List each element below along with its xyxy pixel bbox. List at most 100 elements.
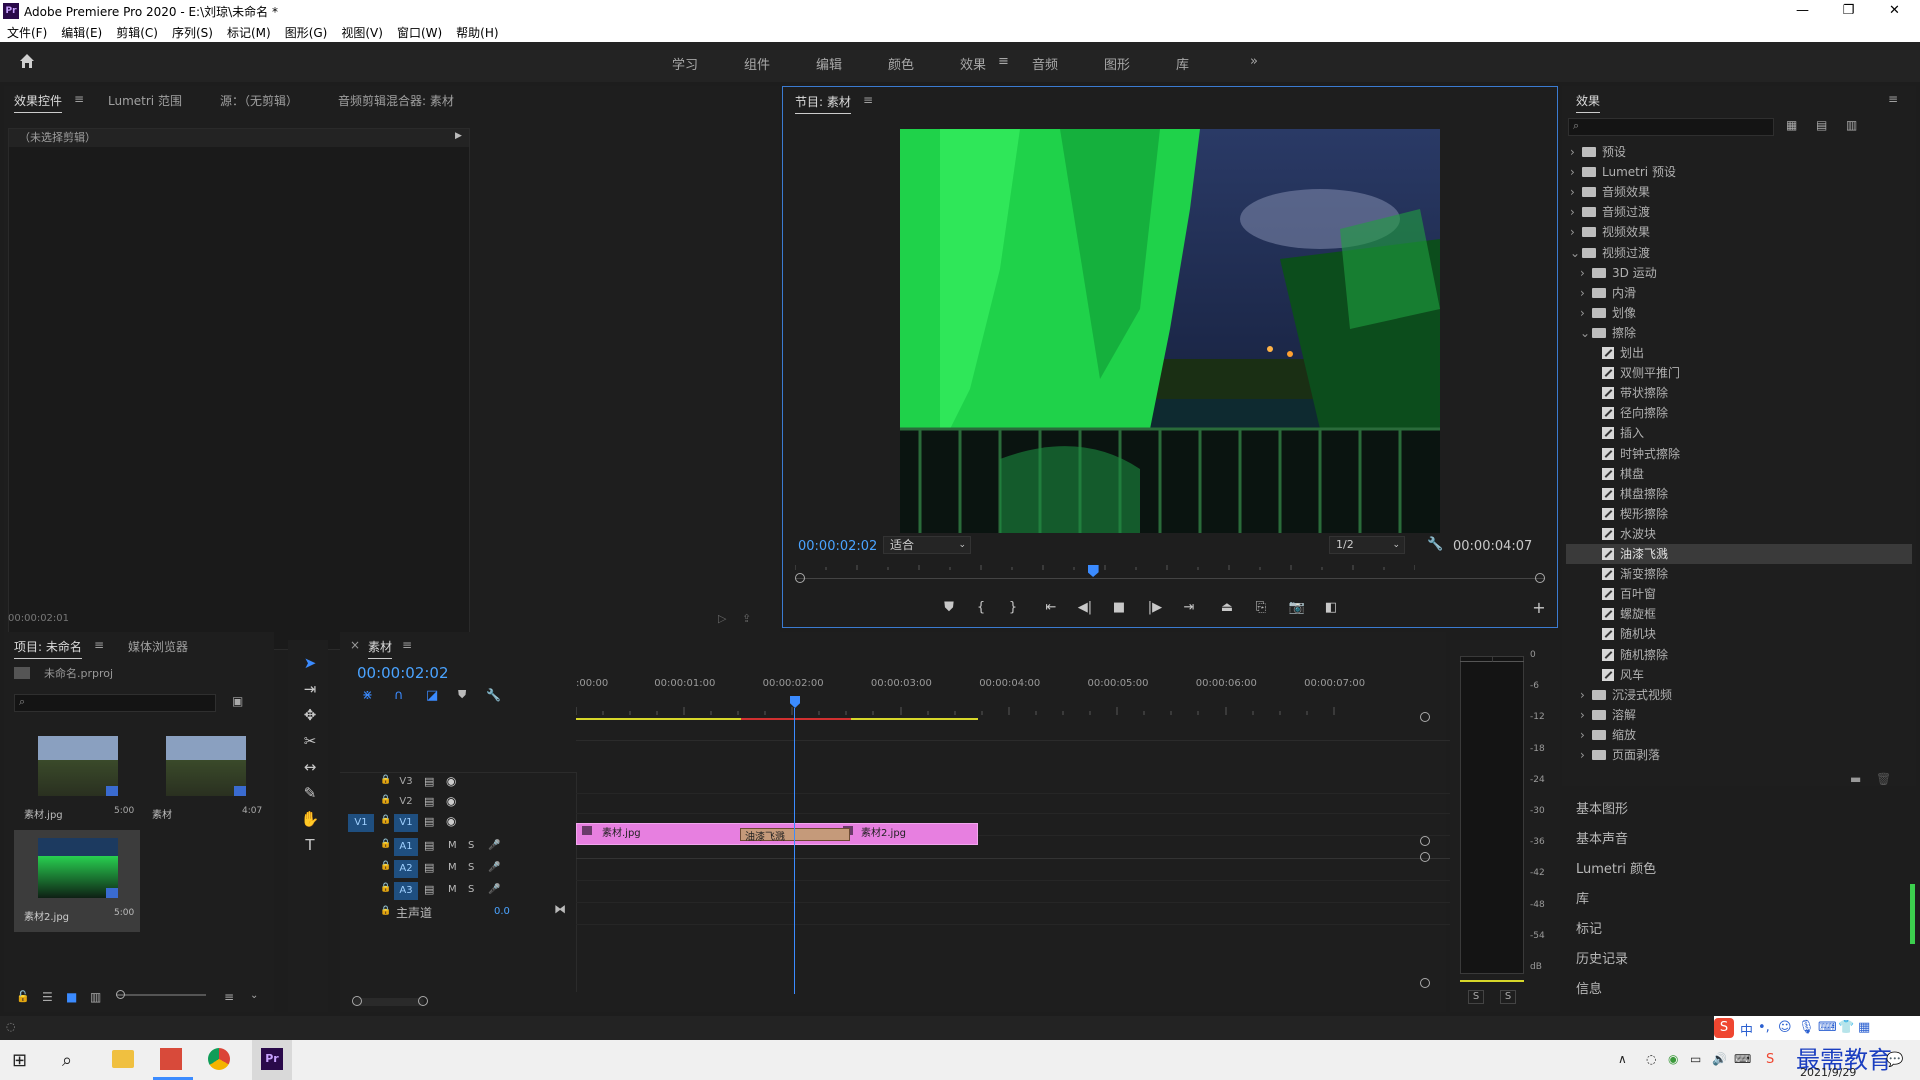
chevron-right-icon[interactable]: › <box>1570 142 1582 162</box>
master-volume-value[interactable]: 0.0 <box>494 906 510 917</box>
effects-folder[interactable]: › 3D 运动 <box>1566 263 1912 283</box>
tab-close-icon[interactable]: × <box>350 638 360 652</box>
add-marker-icon[interactable]: ⛊ <box>458 688 466 702</box>
new-search-bin-icon[interactable]: ▣ <box>232 694 243 708</box>
pen-tool-icon[interactable]: ✎ <box>298 782 322 804</box>
icon-view-icon[interactable]: ■ <box>66 990 77 1004</box>
chevron-down-icon[interactable]: ⌄ <box>250 990 258 1001</box>
app-icon[interactable] <box>160 1048 182 1070</box>
horizontal-zoom-bar[interactable] <box>354 998 424 1006</box>
tab-menu-icon[interactable]: ≡ <box>94 638 104 652</box>
effect-item[interactable]: 楔形擦除 <box>1566 504 1912 524</box>
stop-icon[interactable]: ■ <box>1107 600 1131 615</box>
tab-menu-icon[interactable]: ≡ <box>74 92 84 106</box>
track-target-toggle[interactable]: V2 <box>394 794 418 810</box>
panel-markers[interactable]: 标记 <box>1576 918 1602 937</box>
horizontal-zoom-handle-left[interactable] <box>352 996 362 1006</box>
sync-lock-icon[interactable]: ▤ <box>424 815 434 828</box>
effects-folder[interactable]: › 页面剥落 <box>1566 745 1912 765</box>
camera-icon[interactable]: 📷 <box>1285 600 1309 615</box>
vertical-zoom-handle[interactable] <box>1420 978 1430 988</box>
project-item-selected[interactable]: 素材2.jpg 5:00 <box>14 830 140 932</box>
track-target-toggle[interactable]: A3 <box>394 882 418 900</box>
menu-view[interactable]: 视图(V) <box>334 22 390 43</box>
tray-chevron-icon[interactable]: ∧ <box>1618 1052 1627 1066</box>
tab-menu-icon[interactable]: ≡ <box>402 638 412 652</box>
tab-menu-icon[interactable]: ≡ <box>863 93 873 107</box>
mute-button[interactable]: M <box>448 840 457 851</box>
chevron-right-icon[interactable]: › <box>1580 745 1592 765</box>
chevron-right-icon[interactable]: › <box>1580 705 1592 725</box>
effect-item[interactable]: 水波块 <box>1566 524 1912 544</box>
delete-icon[interactable]: 🗑 <box>1876 772 1891 786</box>
effect-item[interactable]: 螺旋框 <box>1566 604 1912 624</box>
effect-item[interactable]: 插入 <box>1566 423 1912 443</box>
effects-folder[interactable]: › Lumetri 预设 <box>1566 162 1912 182</box>
mark-out-icon[interactable]: } <box>1001 600 1025 615</box>
file-explorer-icon[interactable] <box>112 1050 134 1068</box>
track-target-toggle[interactable]: A2 <box>394 860 418 878</box>
voice-icon[interactable]: 🎙 <box>1798 1020 1815 1035</box>
microphone-icon[interactable]: 🎤 <box>488 862 500 873</box>
ime-mode[interactable]: 中 <box>1740 1020 1753 1039</box>
premiere-taskbar-item[interactable]: Pr <box>252 1040 292 1080</box>
skin-icon[interactable]: 👕 <box>1838 1020 1854 1035</box>
menu-sequence[interactable]: 序列(S) <box>165 22 220 43</box>
chrome-icon[interactable] <box>208 1048 230 1070</box>
tab-source[interactable]: 源：（无剪辑） <box>220 92 298 109</box>
lock-track-icon[interactable]: 🔒 <box>380 861 391 871</box>
step-forward-icon[interactable]: |▶ <box>1143 600 1167 615</box>
panel-lumetri-color[interactable]: Lumetri 颜色 <box>1576 858 1656 877</box>
workspace-learn[interactable]: 学习 <box>672 54 698 73</box>
chevron-down-icon[interactable]: ⌄ <box>1580 323 1592 343</box>
source-patch-v1[interactable]: V1 <box>348 814 374 832</box>
sync-lock-icon[interactable]: ▤ <box>424 775 434 788</box>
zoom-handle-left[interactable] <box>795 573 805 583</box>
wrench-icon[interactable]: 🔧 <box>486 688 501 702</box>
lock-track-icon[interactable]: 🔒 <box>380 775 391 785</box>
effects-folder[interactable]: › 划像 <box>1566 303 1912 323</box>
effects-folder[interactable]: ⌄ 擦除 <box>1566 323 1912 343</box>
microphone-icon[interactable]: 🎤 <box>488 840 500 851</box>
effect-item[interactable]: 渐变擦除 <box>1566 564 1912 584</box>
chevron-right-icon[interactable]: › <box>1580 725 1592 745</box>
effect-item[interactable]: 风车 <box>1566 665 1912 685</box>
tab-sequence[interactable]: 素材 <box>368 638 393 659</box>
effects-folder[interactable]: ⌄ 视频过渡 <box>1566 243 1912 263</box>
accelerated-effects-icon[interactable]: ▦ <box>1786 118 1797 132</box>
zoom-handle-right[interactable] <box>1535 573 1545 583</box>
track-select-tool-icon[interactable]: ⇥ <box>298 678 322 700</box>
effect-item[interactable]: 随机擦除 <box>1566 645 1912 665</box>
menu-edit[interactable]: 编辑(E) <box>54 22 109 43</box>
workspace-graphics[interactable]: 图形 <box>1104 54 1130 73</box>
go-to-in-icon[interactable]: ⇤ <box>1039 600 1063 615</box>
workspace-more-button[interactable]: » <box>1250 54 1258 69</box>
horizontal-zoom-handle-right[interactable] <box>418 996 428 1006</box>
track-target-toggle[interactable]: V1 <box>394 814 418 832</box>
solo-button[interactable]: S <box>468 884 474 895</box>
track-target-toggle[interactable]: A1 <box>394 838 418 856</box>
mute-button[interactable]: M <box>448 862 457 873</box>
add-marker-icon[interactable]: ⛊ <box>937 600 961 615</box>
minimize-button[interactable]: — <box>1780 0 1825 22</box>
windows-start-icon[interactable]: ⊞ <box>12 1050 27 1071</box>
freeform-view-icon[interactable]: ▥ <box>90 990 101 1004</box>
sort-icon[interactable]: ≡ <box>224 990 234 1004</box>
effects-folder[interactable]: › 沉浸式视频 <box>1566 685 1912 705</box>
chevron-right-icon[interactable]: › <box>1580 263 1592 283</box>
tray-app-icon[interactable]: ◉ <box>1668 1052 1678 1066</box>
mute-button[interactable]: M <box>448 884 457 895</box>
sync-lock-icon[interactable]: ▤ <box>424 861 434 874</box>
workspace-color[interactable]: 颜色 <box>888 54 914 73</box>
vertical-zoom-handle[interactable] <box>1420 712 1430 722</box>
lift-icon[interactable]: ⏏ <box>1215 600 1239 615</box>
workspace-assembly[interactable]: 组件 <box>744 54 770 73</box>
zoom-slider[interactable] <box>116 994 206 996</box>
track-target-toggle[interactable]: V3 <box>394 774 418 790</box>
tray-ime-icon[interactable]: ⌨ <box>1734 1052 1751 1066</box>
tab-project[interactable]: 项目: 未命名 <box>14 638 82 659</box>
menu-window[interactable]: 窗口(W) <box>390 22 449 43</box>
vertical-zoom-handle[interactable] <box>1420 852 1430 862</box>
effects-menu-icon[interactable]: ≡ <box>1888 92 1898 106</box>
panel-info[interactable]: 信息 <box>1576 978 1602 997</box>
